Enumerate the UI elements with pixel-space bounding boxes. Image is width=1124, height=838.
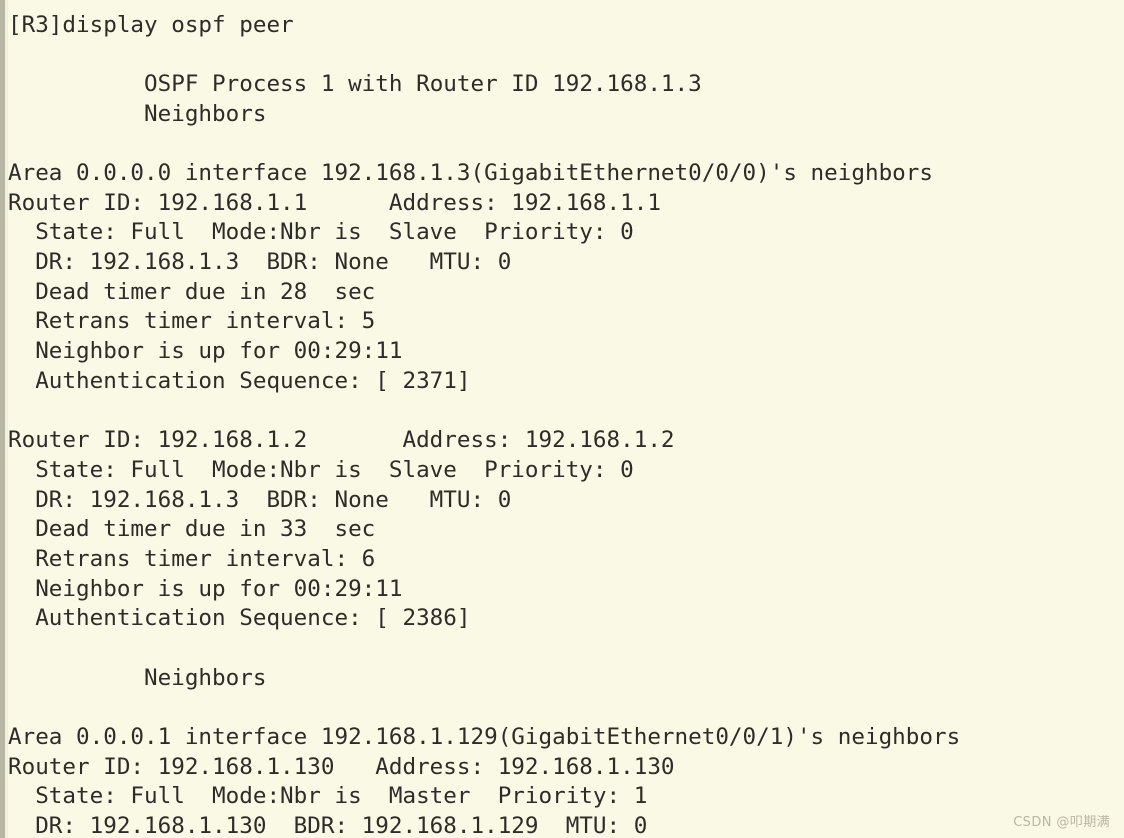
- terminal-line-26: State: Full Mode:Nbr is Master Priority:…: [8, 783, 648, 810]
- terminal-line-4: [8, 129, 1124, 159]
- terminal-line-21: [8, 634, 1124, 664]
- terminal-line-1: [8, 40, 1124, 70]
- terminal-line-22: Neighbors: [8, 664, 267, 691]
- terminal-line-25: Router ID: 192.168.1.130 Address: 192.16…: [8, 753, 675, 780]
- terminal-line-18: Retrans timer interval: 6: [8, 545, 376, 572]
- terminal-line-6: Router ID: 192.168.1.1 Address: 192.168.…: [8, 189, 661, 216]
- terminal-line-8: DR: 192.168.1.3 BDR: None MTU: 0: [8, 249, 512, 276]
- terminal-line-19: Neighbor is up for 00:29:11: [8, 575, 403, 602]
- terminal-line-17: Dead timer due in 33 sec: [8, 516, 376, 543]
- csdn-watermark: CSDN @叩期满: [1013, 815, 1110, 830]
- terminal-output[interactable]: [R3]display ospf peer OSPF Process 1 wit…: [8, 11, 1124, 838]
- terminal-line-5: Area 0.0.0.0 interface 192.168.1.3(Gigab…: [8, 160, 933, 187]
- terminal-line-24: Area 0.0.0.1 interface 192.168.1.129(Gig…: [8, 724, 961, 751]
- terminal-line-0: [R3]display ospf peer: [8, 11, 294, 38]
- terminal-line-16: DR: 192.168.1.3 BDR: None MTU: 0: [8, 486, 512, 513]
- terminal-line-20: Authentication Sequence: [ 2386]: [8, 605, 471, 632]
- terminal-line-3: Neighbors: [8, 100, 267, 127]
- terminal-line-13: [8, 397, 1124, 427]
- terminal-line-14: Router ID: 192.168.1.2 Address: 192.168.…: [8, 427, 675, 454]
- terminal-screenshot: [R3]display ospf peer OSPF Process 1 wit…: [0, 0, 1124, 838]
- terminal-line-15: State: Full Mode:Nbr is Slave Priority: …: [8, 456, 634, 483]
- terminal-line-12: Authentication Sequence: [ 2371]: [8, 367, 471, 394]
- terminal-line-2: OSPF Process 1 with Router ID 192.168.1.…: [8, 70, 702, 97]
- terminal-line-23: [8, 693, 1124, 723]
- terminal-line-10: Retrans timer interval: 5: [8, 308, 376, 335]
- terminal-line-11: Neighbor is up for 00:29:11: [8, 338, 403, 365]
- terminal-line-7: State: Full Mode:Nbr is Slave Priority: …: [8, 219, 634, 246]
- terminal-line-9: Dead timer due in 28 sec: [8, 278, 376, 305]
- terminal-line-27: DR: 192.168.1.130 BDR: 192.168.1.129 MTU…: [8, 813, 648, 838]
